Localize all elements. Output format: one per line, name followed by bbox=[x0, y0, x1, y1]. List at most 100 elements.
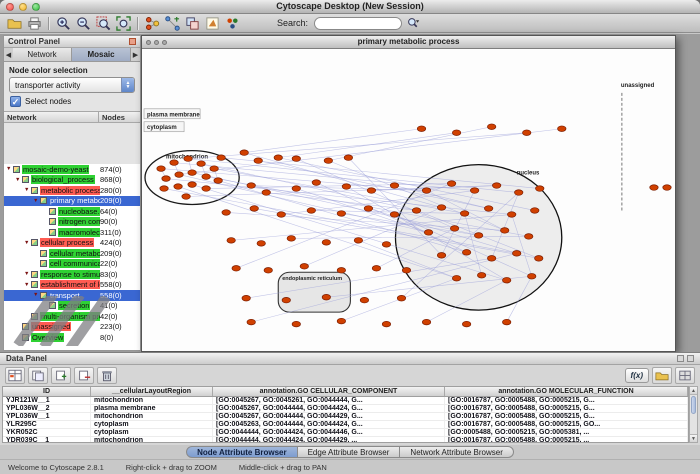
graph-node[interactable] bbox=[188, 182, 196, 188]
expand-network-icon[interactable] bbox=[163, 15, 181, 32]
unselect-attributes-icon[interactable] bbox=[28, 367, 48, 384]
graph-node[interactable] bbox=[242, 295, 250, 301]
zoom-in-icon[interactable] bbox=[54, 15, 72, 32]
graph-node[interactable] bbox=[210, 166, 218, 172]
graph-node[interactable] bbox=[492, 183, 500, 189]
close-panel-icon[interactable] bbox=[687, 355, 694, 362]
merge-networks-icon[interactable] bbox=[183, 15, 201, 32]
table-row[interactable]: YLR295Ccytoplasm[GO:0045263, GO:0044444,… bbox=[3, 421, 688, 429]
graph-node[interactable] bbox=[531, 208, 539, 214]
graph-node[interactable] bbox=[254, 158, 262, 164]
graph-node[interactable] bbox=[452, 275, 460, 281]
network-canvas[interactable]: plasma membrane cytoplasm mitochondrion … bbox=[142, 49, 675, 351]
select-nodes-checkbox[interactable]: ✓ bbox=[10, 96, 21, 107]
graph-node[interactable] bbox=[422, 319, 430, 325]
matrix-grid-icon[interactable] bbox=[675, 367, 695, 384]
graph-node[interactable] bbox=[470, 188, 478, 194]
zoom-out-icon[interactable] bbox=[74, 15, 92, 32]
graph-node[interactable] bbox=[402, 267, 410, 273]
graph-node[interactable] bbox=[525, 234, 533, 240]
graph-node[interactable] bbox=[372, 265, 380, 271]
column-header[interactable]: annotation.GO CELLULAR_COMPONENT bbox=[213, 387, 445, 396]
graph-node[interactable] bbox=[500, 228, 508, 234]
tree-row[interactable]: macromolecule...311(0) bbox=[4, 227, 140, 238]
tree-row[interactable]: ▼metabolic process280(0) bbox=[4, 185, 140, 196]
graph-node[interactable] bbox=[247, 319, 255, 325]
table-scrollbar[interactable]: ▲ ▼ bbox=[689, 386, 698, 443]
tab-network[interactable]: Network bbox=[13, 48, 72, 61]
graph-node[interactable] bbox=[354, 238, 362, 244]
graph-node[interactable] bbox=[484, 206, 492, 212]
search-input[interactable] bbox=[314, 17, 402, 30]
select-attributes-icon[interactable] bbox=[5, 367, 25, 384]
graph-node[interactable] bbox=[292, 321, 300, 327]
graph-node[interactable] bbox=[312, 180, 320, 186]
graph-node[interactable] bbox=[460, 211, 468, 217]
graph-node[interactable] bbox=[364, 206, 372, 212]
graph-node[interactable] bbox=[474, 233, 482, 239]
graph-node[interactable] bbox=[322, 294, 330, 300]
vizmapper-icon[interactable] bbox=[223, 15, 241, 32]
tree-row[interactable]: ▼response to stimulus83(0) bbox=[4, 269, 140, 280]
graph-node[interactable] bbox=[422, 188, 430, 194]
tab-scroll-left-icon[interactable]: ◀ bbox=[4, 48, 13, 61]
first-neighbors-icon[interactable] bbox=[143, 15, 161, 32]
disclosure-triangle-icon[interactable]: ▼ bbox=[6, 166, 13, 172]
graph-node[interactable] bbox=[412, 208, 420, 214]
tree-header-network[interactable]: Network bbox=[4, 112, 98, 122]
tab-scroll-right-icon[interactable]: ▶ bbox=[131, 48, 140, 61]
graph-node[interactable] bbox=[360, 297, 368, 303]
graph-node[interactable] bbox=[417, 126, 425, 132]
graph-node[interactable] bbox=[367, 188, 375, 194]
graph-node[interactable] bbox=[462, 250, 470, 256]
formula-builder-button[interactable]: f(x) bbox=[625, 368, 649, 383]
graph-node[interactable] bbox=[322, 240, 330, 246]
tree-row[interactable]: cell communica...22(0) bbox=[4, 259, 140, 270]
graph-node[interactable] bbox=[502, 319, 510, 325]
graph-node[interactable] bbox=[507, 212, 515, 218]
import-folder-icon[interactable] bbox=[652, 367, 672, 384]
graph-node[interactable] bbox=[512, 251, 520, 257]
disclosure-triangle-icon[interactable]: ▼ bbox=[24, 187, 31, 193]
trash-icon[interactable] bbox=[97, 367, 117, 384]
table-row[interactable]: YPL036W__1mitochondrion[GO:0045267, GO:0… bbox=[3, 413, 688, 421]
graph-node[interactable] bbox=[282, 297, 290, 303]
graph-node[interactable] bbox=[650, 185, 658, 191]
search-options-icon[interactable] bbox=[404, 15, 422, 32]
graph-node[interactable] bbox=[337, 211, 345, 217]
graph-node[interactable] bbox=[222, 210, 230, 216]
disclosure-triangle-icon[interactable]: ▼ bbox=[24, 271, 31, 277]
graph-node[interactable] bbox=[324, 158, 332, 164]
graph-node[interactable] bbox=[307, 208, 315, 214]
graph-node[interactable] bbox=[264, 267, 272, 273]
graph-node[interactable] bbox=[184, 156, 192, 162]
tab-mosaic[interactable]: Mosaic bbox=[72, 48, 131, 61]
graph-node[interactable] bbox=[250, 206, 258, 212]
graph-node[interactable] bbox=[487, 124, 495, 130]
new-attribute-icon[interactable] bbox=[51, 367, 71, 384]
tab-edge-attribute-browser[interactable]: Edge Attribute Browser bbox=[298, 446, 401, 458]
tree-row[interactable]: ▼establishment of lo...558(0) bbox=[4, 280, 140, 291]
minimize-button[interactable] bbox=[19, 3, 27, 11]
tree-row[interactable]: ▼mosaic-demo-yeast874(0) bbox=[4, 164, 140, 175]
table-row[interactable]: YPL036W__2plasma membrane[GO:0045267, GO… bbox=[3, 405, 688, 413]
graph-node[interactable] bbox=[536, 186, 544, 192]
disclosure-triangle-icon[interactable]: ▼ bbox=[33, 198, 40, 204]
tree-row[interactable]: nitrogen compo...90(0) bbox=[4, 217, 140, 228]
scroll-down-icon[interactable]: ▼ bbox=[690, 434, 697, 442]
graph-node[interactable] bbox=[262, 190, 270, 196]
tree-row[interactable]: ▼cellular process424(0) bbox=[4, 238, 140, 249]
graph-node[interactable] bbox=[342, 184, 350, 190]
graph-node[interactable] bbox=[447, 181, 455, 187]
graph-node[interactable] bbox=[382, 242, 390, 248]
graph-node[interactable] bbox=[487, 256, 495, 262]
column-header[interactable]: ID bbox=[3, 387, 91, 396]
graph-node[interactable] bbox=[175, 172, 183, 178]
tab-node-attribute-browser[interactable]: Node Attribute Browser bbox=[186, 446, 298, 458]
graph-node[interactable] bbox=[558, 126, 566, 132]
internal-window-controls[interactable] bbox=[146, 40, 167, 45]
graph-node[interactable] bbox=[344, 155, 352, 161]
table-row[interactable]: YDR039C__1mitochondrion[GO:0044444, GO:0… bbox=[3, 437, 688, 443]
disclosure-triangle-icon[interactable]: ▼ bbox=[24, 240, 31, 246]
graph-node[interactable] bbox=[217, 155, 225, 161]
